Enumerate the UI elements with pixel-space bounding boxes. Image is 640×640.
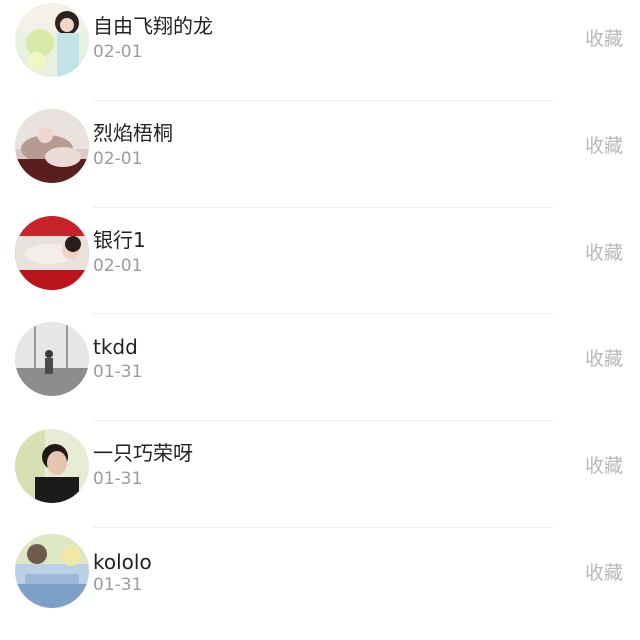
user-name: 烈焰梧桐 xyxy=(93,121,173,145)
user-name: 一只巧荣呀 xyxy=(93,441,193,465)
favorite-button[interactable]: 收藏 xyxy=(585,241,623,265)
favorite-button[interactable]: 收藏 xyxy=(585,134,623,158)
item-date: 01-31 xyxy=(93,469,143,489)
list-item[interactable]: 一只巧荣呀 01-31 收藏 xyxy=(0,427,640,533)
list-item[interactable]: 烈焰梧桐 02-01 收藏 xyxy=(0,107,640,213)
user-name: kololo xyxy=(93,550,152,574)
user-avatar-photo-icon xyxy=(15,3,89,77)
avatar[interactable] xyxy=(15,3,89,77)
user-name: 自由飞翔的龙 xyxy=(93,14,213,38)
list-item[interactable]: 自由飞翔的龙 02-01 收藏 xyxy=(0,0,640,106)
favorite-button[interactable]: 收藏 xyxy=(585,454,623,478)
user-list: 自由飞翔的龙 02-01 收藏 烈焰梧桐 02-01 收藏 银行1 02-01 … xyxy=(0,0,640,627)
user-name: tkdd xyxy=(93,335,138,359)
item-date: 02-01 xyxy=(93,42,143,62)
avatar[interactable] xyxy=(15,109,89,183)
item-date: 02-01 xyxy=(93,149,143,169)
avatar[interactable] xyxy=(15,322,89,396)
item-date: 01-31 xyxy=(93,575,143,595)
divider xyxy=(93,207,553,208)
favorite-button[interactable]: 收藏 xyxy=(585,561,623,585)
item-date: 02-01 xyxy=(93,256,143,276)
divider xyxy=(93,420,553,421)
avatar[interactable] xyxy=(15,429,89,503)
user-name: 银行1 xyxy=(93,228,146,252)
divider xyxy=(93,527,553,528)
user-avatar-photo-icon xyxy=(15,216,89,290)
avatar[interactable] xyxy=(15,216,89,290)
divider xyxy=(93,313,553,314)
favorite-button[interactable]: 收藏 xyxy=(585,347,623,371)
list-item[interactable]: kololo 01-31 收藏 xyxy=(0,534,640,640)
user-avatar-photo-icon xyxy=(15,109,89,183)
item-date: 01-31 xyxy=(93,362,143,382)
favorite-button[interactable]: 收藏 xyxy=(585,27,623,51)
list-item[interactable]: tkdd 01-31 收藏 xyxy=(0,320,640,426)
user-avatar-photo-icon xyxy=(15,322,89,396)
avatar[interactable] xyxy=(15,534,89,608)
user-avatar-photo-icon xyxy=(15,534,89,608)
divider xyxy=(93,100,553,101)
list-item[interactable]: 银行1 02-01 收藏 xyxy=(0,214,640,320)
user-avatar-photo-icon xyxy=(15,429,89,503)
